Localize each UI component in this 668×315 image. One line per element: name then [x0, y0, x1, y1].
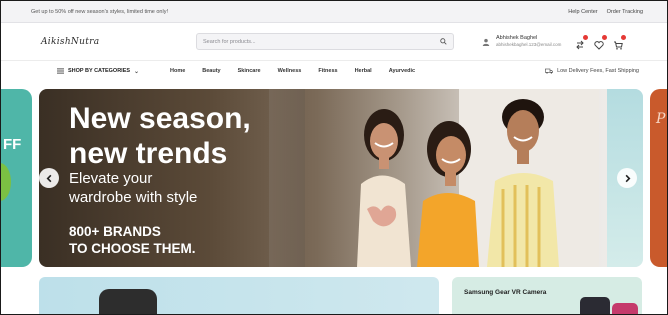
nav-item-herbal[interactable]: Herbal	[355, 68, 372, 74]
nav-item-skincare[interactable]: Skincare	[238, 68, 261, 74]
chevron-down-icon: ⌄	[134, 68, 140, 75]
next-slide-text: P	[656, 111, 666, 127]
next-slide-peek[interactable]: P	[650, 89, 667, 267]
hero-background-door	[269, 89, 305, 267]
cart-badge	[621, 34, 627, 40]
nav-item-beauty[interactable]: Beauty	[202, 68, 220, 74]
delivery-text: Low Delivery Fees, Fast Shipping	[557, 68, 639, 74]
promo-card-right[interactable]: Samsung Gear VR Camera	[452, 277, 642, 314]
product-image-phone-alt	[612, 303, 638, 314]
hero-banner[interactable]: New season, new trends Elevate your ward…	[39, 89, 643, 267]
shop-by-categories-button[interactable]: SHOP BY CATEGORIES ⌄	[57, 68, 170, 75]
menu-icon	[57, 68, 64, 74]
main-nav: SHOP BY CATEGORIES ⌄ Home Beauty Skincar…	[1, 61, 667, 81]
delivery-info: Low Delivery Fees, Fast Shipping	[545, 68, 639, 74]
promo-card-left[interactable]	[39, 277, 439, 314]
carousel-next-button[interactable]	[617, 168, 637, 188]
announcement-bar: Get up to 50% off new season's styles, l…	[1, 1, 667, 23]
categories-label: SHOP BY CATEGORIES	[68, 68, 131, 74]
nav-item-fitness[interactable]: Fitness	[318, 68, 337, 74]
page-frame: Get up to 50% off new season's styles, l…	[0, 0, 668, 315]
compare-icon[interactable]	[575, 34, 589, 49]
cart-icon[interactable]	[613, 34, 627, 50]
hero-title: New season, new trends	[69, 102, 251, 170]
hero-brands-text: 800+ BRANDS TO CHOOSE THEM.	[69, 224, 196, 256]
user-icon	[482, 38, 490, 46]
account-menu[interactable]: Abhishek Baghel abhishekbaghel.123@email…	[482, 35, 561, 48]
compare-badge	[583, 34, 589, 40]
order-tracking-link[interactable]: Order Tracking	[607, 9, 643, 15]
search-placeholder: Search for products...	[203, 38, 256, 45]
prev-slide-text: FF	[3, 136, 22, 153]
carousel-prev-button[interactable]	[39, 168, 59, 188]
peek-shape	[1, 163, 11, 201]
topbar-links: Help Center Order Tracking	[568, 9, 643, 15]
wishlist-badge	[602, 34, 608, 40]
search-icon[interactable]	[440, 38, 447, 45]
wishlist-icon[interactable]	[594, 34, 608, 50]
nav-item-wellness[interactable]: Wellness	[278, 68, 302, 74]
nav-item-home[interactable]: Home	[170, 68, 185, 74]
product-image-phone	[580, 297, 610, 314]
site-header: AikishNutra Search for products... Abhis…	[1, 23, 667, 61]
truck-icon	[545, 68, 554, 74]
search-input[interactable]: Search for products...	[196, 33, 454, 50]
chevron-right-icon	[625, 174, 630, 182]
chevron-left-icon	[46, 174, 51, 182]
header-icons	[575, 34, 627, 50]
help-center-link[interactable]: Help Center	[568, 9, 597, 15]
nav-item-ayurvedic[interactable]: Ayurvedic	[389, 68, 415, 74]
prev-slide-peek[interactable]	[1, 89, 32, 267]
site-logo[interactable]: AikishNutra	[41, 37, 196, 47]
account-name: Abhishek Baghel	[496, 35, 538, 41]
hero-subtitle: Elevate your wardrobe with style	[69, 170, 198, 206]
account-email: abhishekbaghel.123@email.com	[496, 42, 562, 47]
product-image	[99, 289, 157, 314]
promo-text: Get up to 50% off new season's styles, l…	[31, 8, 168, 15]
promo-card-title: Samsung Gear VR Camera	[464, 289, 547, 296]
hero-models-image	[357, 99, 559, 267]
nav-links: Home Beauty Skincare Wellness Fitness He…	[170, 68, 432, 74]
